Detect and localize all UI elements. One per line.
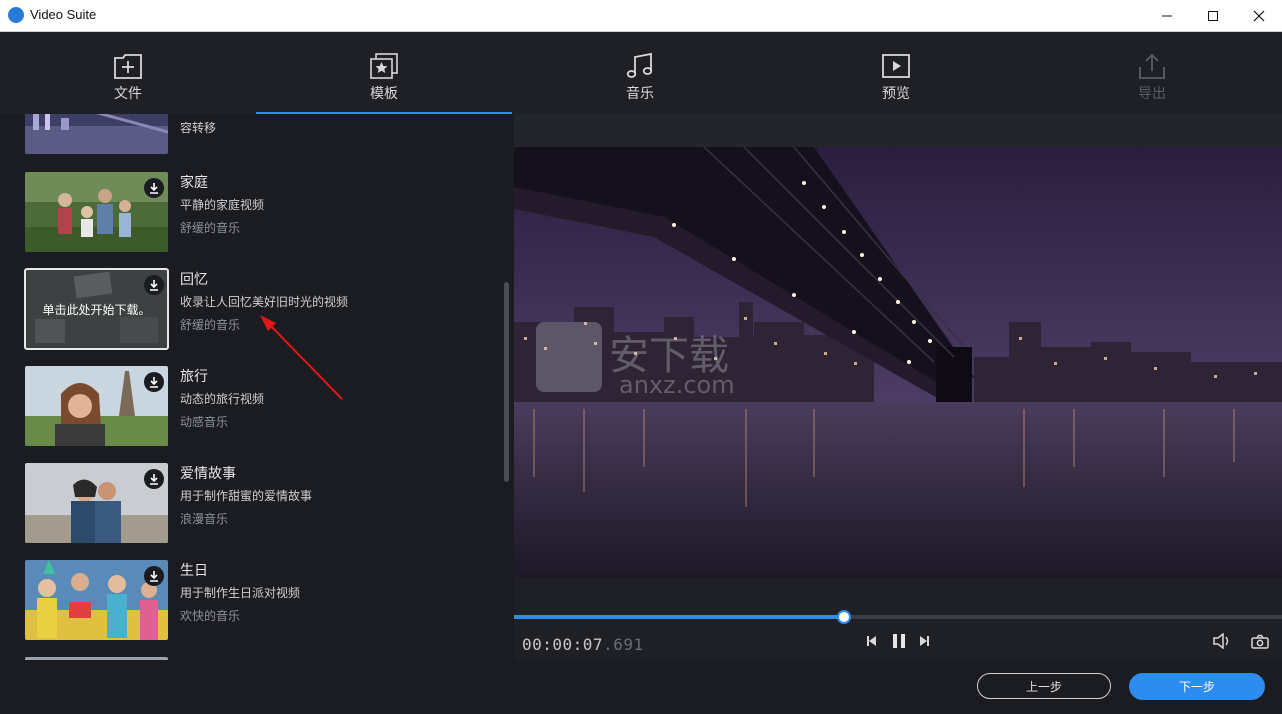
template-music: 欢快的音乐 — [180, 609, 241, 623]
annotation-arrow-icon — [260, 315, 343, 400]
title-bar: Video Suite — [0, 0, 1282, 32]
seek-handle[interactable] — [836, 610, 851, 624]
template-music: 舒缓的音乐 — [180, 221, 241, 235]
template-name: 旅行 — [180, 369, 208, 385]
template-music: 舒缓的音乐 — [180, 318, 241, 332]
window-title: Video Suite — [30, 7, 97, 22]
time-main: 00:00:07 — [522, 635, 604, 654]
watermark: 安下载 anxz.com — [536, 322, 735, 399]
template-name: 生日 — [180, 563, 208, 579]
template-thumbnail — [25, 114, 168, 154]
download-icon[interactable] — [144, 469, 164, 489]
template-item-partial[interactable]: 容转移 — [0, 114, 500, 156]
template-desc: 收录让人回忆美好旧时光的视频 — [180, 295, 349, 309]
template-item-family[interactable]: 家庭 平静的家庭视频 舒缓的音乐 — [0, 172, 500, 254]
template-desc: 容转移 — [180, 121, 217, 135]
template-music: 浪漫音乐 — [180, 512, 229, 526]
export-icon — [1139, 53, 1165, 79]
seek-progress — [514, 615, 843, 619]
preview-header-strip — [514, 114, 1282, 147]
tab-file[interactable]: 文件 — [0, 32, 256, 114]
template-list[interactable]: 容转移 家庭 平静的家庭视频 舒缓的音乐 单击此处开始下载。 回忆 收录让人回忆… — [0, 114, 513, 660]
time-readout: 00:00:07.691 — [522, 635, 644, 654]
template-name: 爱情故事 — [180, 466, 236, 482]
player-controls: 00:00:07.691 — [514, 577, 1282, 660]
tab-preview-label: 预览 — [882, 86, 910, 102]
time-milliseconds: .691 — [603, 635, 644, 654]
next-step-button[interactable]: 下一步 — [1129, 673, 1265, 700]
tab-music-label: 音乐 — [626, 86, 654, 102]
download-icon[interactable] — [144, 275, 164, 295]
close-icon[interactable] — [1236, 0, 1282, 31]
download-icon[interactable] — [144, 178, 164, 198]
list-scrollbar[interactable] — [504, 282, 509, 482]
svg-text:anxz.com: anxz.com — [619, 371, 735, 399]
template-item-love-story[interactable]: 爱情故事 用于制作甜蜜的爱情故事 浪漫音乐 — [0, 463, 500, 545]
previous-frame-icon[interactable] — [864, 633, 880, 649]
template-music: 动感音乐 — [180, 415, 229, 429]
previous-step-button[interactable]: 上一步 — [977, 673, 1111, 699]
template-desc: 平静的家庭视频 — [180, 198, 265, 212]
app-logo-icon — [8, 7, 24, 23]
pause-icon[interactable] — [891, 633, 907, 649]
footer-bar: 上一步 下一步 — [0, 660, 1282, 714]
next-frame-icon[interactable] — [916, 633, 932, 649]
tab-template[interactable]: 模板 — [256, 32, 512, 114]
volume-icon[interactable] — [1211, 633, 1233, 649]
preview-frame-bridge-night: 安下载 anxz.com — [514, 147, 1282, 577]
tab-template-label: 模板 — [370, 86, 398, 102]
tab-file-label: 文件 — [114, 86, 142, 102]
tab-music[interactable]: 音乐 — [512, 32, 768, 114]
seek-bar[interactable] — [514, 610, 1282, 624]
video-preview: 安下载 anxz.com — [514, 147, 1282, 577]
template-desc: 用于制作生日派对视频 — [180, 586, 301, 600]
maximize-icon[interactable] — [1190, 0, 1236, 31]
minimize-icon[interactable] — [1144, 0, 1190, 31]
main-toolbar: 文件 模板 音乐 预览 导出 — [0, 32, 1282, 114]
template-star-icon — [370, 53, 398, 79]
template-name: 回忆 — [180, 272, 208, 288]
tab-export-label: 导出 — [1138, 86, 1166, 102]
play-preview-icon — [882, 54, 910, 78]
tab-preview[interactable]: 预览 — [768, 32, 1024, 114]
template-desc: 用于制作甜蜜的爱情故事 — [180, 489, 313, 503]
add-file-icon — [114, 54, 142, 79]
download-icon[interactable] — [144, 372, 164, 392]
download-icon[interactable] — [144, 566, 164, 586]
template-name: 家庭 — [180, 175, 208, 191]
snapshot-camera-icon[interactable] — [1250, 633, 1270, 649]
tab-export[interactable]: 导出 — [1024, 32, 1280, 114]
music-note-icon — [626, 52, 653, 78]
template-item-birthday[interactable]: 生日 用于制作生日派对视频 欢快的音乐 — [0, 560, 500, 642]
